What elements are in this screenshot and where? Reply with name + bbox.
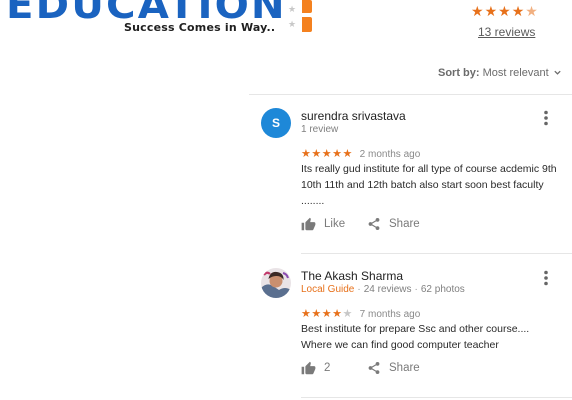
meta-separator: · xyxy=(357,284,361,295)
avatar[interactable] xyxy=(261,268,291,298)
like-button[interactable]: Like xyxy=(301,217,345,231)
rating-bar-fill xyxy=(302,17,312,32)
summary-rating-stars: ★★★★★ xyxy=(471,4,539,18)
more-options-icon[interactable] xyxy=(541,270,551,286)
thumbs-up-icon xyxy=(301,361,316,375)
star-icon: ★ xyxy=(484,3,499,19)
review-text: Its really gud institute for all type of… xyxy=(301,163,557,207)
meta-separator: · xyxy=(414,284,418,295)
empty-star-icon: ★ xyxy=(342,308,353,320)
divider xyxy=(249,94,572,95)
review-author-meta: 1 review xyxy=(301,124,339,135)
star-icon: ★ xyxy=(471,3,485,19)
divider xyxy=(301,397,572,398)
avatar-photo xyxy=(261,268,291,298)
review-count: 24 reviews xyxy=(363,284,412,295)
like-button[interactable]: 2 xyxy=(301,361,330,375)
thumbs-up-icon xyxy=(301,217,316,231)
review-rating: ★★★★★ 2 months ago xyxy=(301,147,420,160)
photo-count: 62 photos xyxy=(420,284,465,295)
like-count: 2 xyxy=(324,362,331,374)
half-star-icon: ★ xyxy=(525,3,539,19)
star-icon: ★ xyxy=(332,148,343,160)
local-guide-badge: Local Guide xyxy=(301,284,355,295)
chevron-down-icon xyxy=(554,70,561,75)
divider xyxy=(301,253,572,254)
rating-bar-fill xyxy=(302,0,312,13)
star-icon: ★ xyxy=(301,308,312,320)
like-label: Like xyxy=(324,218,346,230)
review-time: 7 months ago xyxy=(359,309,421,320)
share-button[interactable]: Share xyxy=(367,217,420,231)
review-time: 2 months ago xyxy=(359,149,421,160)
sort-control[interactable]: Sort by: Most relevant xyxy=(438,67,562,79)
star-icon: ★ xyxy=(342,148,353,160)
share-label: Share xyxy=(389,218,420,230)
review-author[interactable]: The Akash Sharma xyxy=(301,269,403,283)
star-icon: ★ xyxy=(321,308,333,320)
review-text: Best institute for prepare Ssc and other… xyxy=(301,323,530,351)
star-icon: ★ xyxy=(311,308,322,320)
share-button[interactable]: Share xyxy=(367,361,420,375)
star-icon: ★ xyxy=(498,3,512,19)
share-label: Share xyxy=(389,362,420,374)
distribution-star-icon: ★ xyxy=(288,19,297,29)
logo-tagline: Success Comes in Way.. xyxy=(124,21,276,34)
avatar[interactable]: S xyxy=(261,108,291,138)
star-icon: ★ xyxy=(332,308,343,320)
star-icon: ★ xyxy=(311,148,322,160)
reviews-count-link[interactable]: 13 reviews xyxy=(478,25,535,39)
sort-value[interactable]: Most relevant xyxy=(483,67,549,79)
more-options-icon[interactable] xyxy=(541,110,551,126)
share-icon xyxy=(368,218,380,230)
share-icon xyxy=(368,362,380,374)
review-rating: ★★★★★ 7 months ago xyxy=(301,307,420,320)
distribution-star-icon: ★ xyxy=(288,4,297,14)
sort-label: Sort by: xyxy=(438,67,480,79)
star-icon: ★ xyxy=(511,3,526,19)
review-author-meta: Local Guide · 24 reviews · 62 photos xyxy=(301,284,465,295)
star-icon: ★ xyxy=(301,148,312,160)
review-author[interactable]: surendra srivastava xyxy=(301,109,406,123)
star-icon: ★ xyxy=(321,148,333,160)
